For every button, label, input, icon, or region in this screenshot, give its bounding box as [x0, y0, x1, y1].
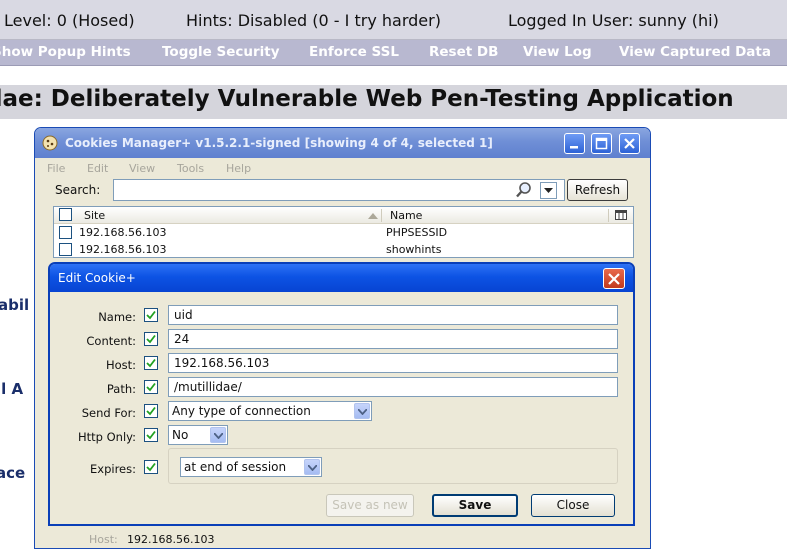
security-level-text: Level: 0 (Hosed)	[4, 11, 135, 30]
cookies-manager-title: Cookies Manager+ v1.5.2.1-signed [showin…	[65, 136, 493, 150]
close-icon	[624, 138, 635, 149]
detail-host-label: Host:	[89, 533, 118, 546]
chevron-down-icon	[358, 409, 367, 415]
checkmark-icon	[146, 430, 156, 440]
content-checkbox[interactable]	[144, 332, 158, 346]
cookies-manager-titlebar[interactable]: Cookies Manager+ v1.5.2.1-signed [showin…	[35, 128, 650, 158]
nav-view-log[interactable]: View Log	[523, 44, 592, 60]
column-divider[interactable]	[381, 209, 382, 222]
menu-tools[interactable]: Tools	[177, 162, 204, 175]
checkmark-icon	[146, 358, 156, 368]
table-header: Site Name	[54, 207, 633, 224]
close-icon	[608, 273, 620, 285]
row-site[interactable]: 192.168.56.103	[79, 226, 166, 239]
select-all-checkbox[interactable]	[59, 208, 72, 221]
http-only-label: Http Only:	[78, 430, 136, 444]
content-label: Content:	[86, 334, 136, 348]
close-window-button[interactable]	[619, 133, 640, 154]
path-label: Path:	[106, 382, 136, 396]
refresh-button[interactable]: Refresh	[567, 179, 628, 201]
logged-in-user-text: Logged In User: sunny (hi)	[508, 11, 719, 30]
column-picker-icon[interactable]	[615, 210, 627, 221]
send-for-select[interactable]: Any type of connection	[168, 401, 372, 421]
http-only-checkbox[interactable]	[144, 428, 158, 442]
detail-host-value: 192.168.56.103	[127, 533, 215, 546]
row-site[interactable]: 192.168.56.103	[79, 243, 166, 256]
side-menu-fragment[interactable]: abil	[0, 296, 29, 314]
page-title: dae: Deliberately Vulnerable Web Pen-Tes…	[0, 86, 734, 112]
nav-show-popup-hints[interactable]: Show Popup Hints	[0, 44, 131, 60]
send-for-value: Any type of connection	[172, 404, 311, 418]
status-bar: Level: 0 (Hosed) Hints: Disabled (0 - I …	[0, 0, 787, 40]
nav-view-captured-data[interactable]: View Captured Data	[619, 44, 771, 60]
column-header-name[interactable]: Name	[390, 209, 422, 222]
expires-checkbox[interactable]	[144, 460, 158, 474]
checkmark-icon	[146, 462, 156, 472]
search-options-dropdown[interactable]	[540, 182, 557, 199]
row-name[interactable]: showhints	[386, 243, 441, 256]
side-menu-fragment[interactable]: il A	[0, 380, 23, 398]
host-checkbox[interactable]	[144, 356, 158, 370]
hints-status-text: Hints: Disabled (0 - I try harder)	[186, 11, 441, 30]
menu-edit[interactable]: Edit	[87, 162, 108, 175]
host-field[interactable]: 192.168.56.103	[168, 353, 618, 373]
send-for-label: Send For:	[81, 406, 136, 420]
menu-help[interactable]: Help	[226, 162, 251, 175]
edit-cookie-title: Edit Cookie+	[58, 271, 136, 285]
expires-group: at end of session	[168, 448, 618, 484]
content-field[interactable]: 24	[168, 329, 618, 349]
expires-label: Expires:	[90, 462, 136, 476]
cookie-icon	[42, 135, 58, 151]
chevron-down-icon	[214, 433, 223, 439]
name-checkbox[interactable]	[144, 308, 158, 322]
minimize-button[interactable]	[564, 133, 585, 154]
path-field[interactable]: /mutillidae/	[168, 377, 618, 397]
search-icon[interactable]	[515, 181, 533, 199]
cookies-table: Site Name 192.168.56.103 PHPSESSID 192.1…	[53, 206, 634, 258]
name-label: Name:	[98, 310, 136, 324]
expires-value: at end of session	[184, 460, 287, 474]
nav-toggle-security[interactable]: Toggle Security	[162, 44, 280, 60]
column-divider[interactable]	[608, 209, 609, 222]
page-banner: dae: Deliberately Vulnerable Web Pen-Tes…	[0, 85, 787, 119]
edit-cookie-close-button[interactable]	[603, 268, 625, 289]
nav-bar: Show Popup Hints Toggle Security Enforce…	[0, 40, 787, 66]
checkmark-icon	[146, 334, 156, 344]
edit-cookie-dialog: Edit Cookie+ Name: uid Content: 24 Host:…	[48, 262, 635, 526]
row-checkbox[interactable]	[59, 243, 72, 256]
checkmark-icon	[146, 310, 156, 320]
dropdown-arrow[interactable]	[354, 403, 370, 419]
chevron-down-icon	[308, 465, 317, 471]
maximize-icon	[595, 137, 608, 150]
save-button[interactable]: Save	[432, 494, 518, 517]
menu-file[interactable]: File	[47, 162, 65, 175]
search-input[interactable]	[113, 179, 565, 201]
save-as-new-button[interactable]: Save as new	[326, 494, 414, 517]
row-name[interactable]: PHPSESSID	[386, 226, 447, 239]
close-button[interactable]: Close	[531, 494, 615, 517]
http-only-select[interactable]: No	[168, 425, 228, 445]
host-label: Host:	[105, 358, 136, 372]
expires-select[interactable]: at end of session	[180, 457, 322, 477]
sort-ascending-icon	[368, 213, 378, 219]
menu-view[interactable]: View	[129, 162, 155, 175]
minimize-icon	[570, 146, 578, 149]
nav-enforce-ssl[interactable]: Enforce SSL	[309, 44, 399, 60]
nav-reset-db[interactable]: Reset DB	[429, 44, 498, 60]
dropdown-arrow[interactable]	[304, 459, 320, 475]
dropdown-arrow[interactable]	[210, 427, 226, 443]
checkmark-icon	[146, 406, 156, 416]
chevron-down-icon	[544, 188, 553, 193]
name-field[interactable]: uid	[168, 305, 618, 325]
search-label: Search:	[55, 183, 101, 197]
path-checkbox[interactable]	[144, 380, 158, 394]
column-header-site[interactable]: Site	[84, 209, 105, 222]
checkmark-icon	[146, 382, 156, 392]
send-for-checkbox[interactable]	[144, 404, 158, 418]
edit-cookie-titlebar[interactable]: Edit Cookie+	[50, 264, 633, 292]
row-checkbox[interactable]	[59, 226, 72, 239]
side-menu-fragment[interactable]: ace	[0, 464, 25, 482]
maximize-button[interactable]	[591, 133, 612, 154]
http-only-value: No	[172, 428, 189, 442]
